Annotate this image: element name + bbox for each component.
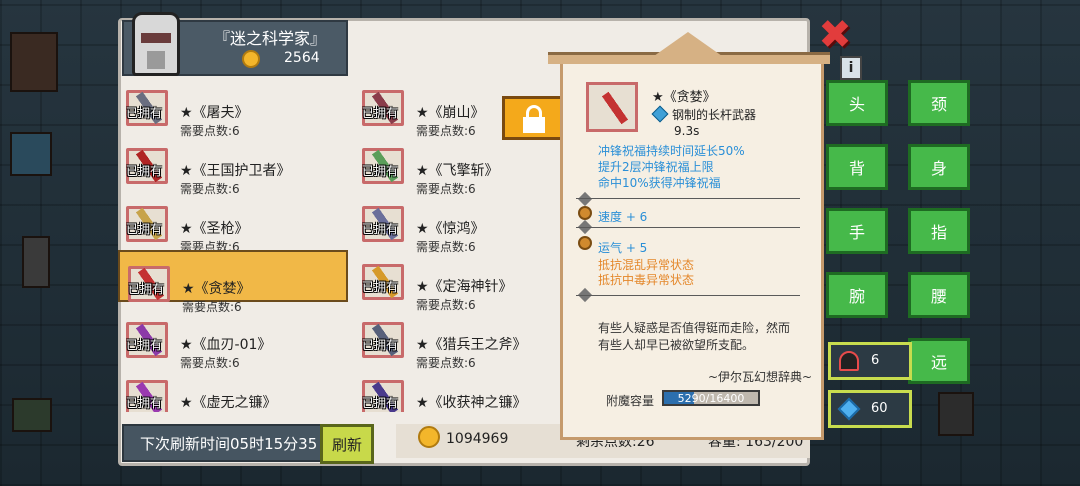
owned-badge: 已拥有 (126, 222, 163, 236)
lore-text: 有些人疑惑是否值得铤而走险，然而有些人却早已被欲望所支配。 (598, 321, 791, 352)
owned-badge: 已拥有 (362, 106, 399, 120)
weapon-name: ★《崩山》 (416, 105, 485, 121)
weapon-list-item[interactable]: 已拥有 ★《王国护卫者》 需要点数:6 (118, 134, 348, 196)
bg-machine (938, 392, 974, 436)
gem-count-button[interactable]: 60 (828, 390, 912, 428)
weapon-name: ★《贪婪》 (182, 281, 251, 297)
owned-badge: 已拥有 (126, 106, 163, 120)
merchant-avatar (132, 12, 180, 76)
merchant-title: 『迷之科学家』 (214, 29, 327, 48)
weapon-name: ★《虚无之镰》 (180, 395, 277, 411)
weapon-list-item[interactable]: 已拥有 ★《圣枪》 需要点数:6 (118, 192, 348, 254)
enchant-capacity-bar: 5290/16400 (662, 390, 760, 406)
owned-badge: 已拥有 (362, 396, 399, 410)
character-icon (839, 351, 859, 371)
bg-cabinet (10, 32, 58, 92)
luck-icon (578, 236, 592, 250)
refresh-timer: 下次刷新时间05时15分35 (140, 435, 318, 453)
detail-attack-speed: 9.3s (674, 124, 700, 138)
bg-vase (22, 236, 50, 288)
weapon-list-item[interactable]: 已拥有 ★《猎兵王之斧》 需要点数:6 (354, 308, 568, 370)
lock-button[interactable] (502, 96, 564, 140)
weapon-name: ★《惊鸿》 (416, 221, 485, 237)
divider (576, 198, 800, 199)
divider (576, 227, 800, 228)
weapon-list-item[interactable]: 已拥有 ★《收获神之镰》 (354, 366, 568, 412)
weapon-name: ★《圣枪》 (180, 221, 249, 237)
detail-item-type: 钢制的长杆武器 (672, 108, 757, 122)
enchant-capacity-label: 附魔容量 (606, 394, 655, 408)
equip-slot-hand[interactable]: 手 (826, 208, 888, 254)
enchant-capacity-value: 5290/16400 (677, 392, 745, 405)
gold-coin-icon (418, 426, 440, 448)
info-button[interactable]: i (840, 56, 862, 80)
weapon-list-item[interactable]: 已拥有 ★《惊鸿》 需要点数:6 (354, 192, 568, 254)
diamond-icon (837, 397, 861, 421)
stat-speed: 速度 + 6 (598, 210, 648, 224)
weapon-list-item[interactable]: 已拥有 ★《定海神针》 需要点数:6 (354, 250, 568, 312)
refresh-button[interactable]: 刷新 (320, 424, 374, 464)
effect-line: 提升2层冲锋祝福上限 (598, 160, 714, 174)
weapon-icon (588, 82, 642, 134)
equip-slot-finger[interactable]: 指 (908, 208, 970, 254)
lock-icon (523, 105, 545, 133)
owned-badge: 已拥有 (362, 338, 399, 352)
equip-slot-head[interactable]: 头 (826, 80, 888, 126)
equip-slot-back[interactable]: 背 (826, 144, 888, 190)
owned-badge: 已拥有 (126, 164, 163, 178)
gold-amount: 1094969 (446, 431, 509, 447)
effect-line: 冲锋祝福持续时间延长50% (598, 144, 745, 158)
weapon-list-item[interactable]: 已拥有 ★《飞擎斩》 需要点数:6 (354, 134, 568, 196)
weapon-name: ★《定海神针》 (416, 279, 513, 295)
weapon-name: ★《王国护卫者》 (180, 163, 291, 179)
bg-terminal (12, 398, 52, 432)
detail-weapon-slot (586, 82, 642, 134)
detail-card-banner (548, 32, 830, 72)
owned-badge: 已拥有 (126, 338, 163, 352)
equip-slot-body[interactable]: 身 (908, 144, 970, 190)
merchant-coin-count: 2564 (284, 50, 320, 66)
character-count-button[interactable]: 6 (828, 342, 912, 380)
effect-line: 命中10%获得冲锋祝福 (598, 176, 721, 190)
owned-badge: 已拥有 (362, 164, 399, 178)
equip-slot-ranged[interactable]: 远 (908, 338, 970, 384)
detail-item-name: ★《贪婪》 (652, 90, 716, 105)
divider (576, 295, 800, 296)
equip-slot-waist[interactable]: 腰 (908, 272, 970, 318)
weapon-name: ★《屠夫》 (180, 105, 249, 121)
stat-luck: 运气 + 5 (598, 241, 648, 255)
speed-icon (578, 206, 592, 220)
owned-badge: 已拥有 (128, 282, 165, 296)
weapon-list-item[interactable]: 已拥有 ★《虚无之镰》 (118, 366, 348, 412)
weapon-list-item[interactable]: 已拥有 ★《屠夫》 需要点数:6 (118, 80, 348, 138)
owned-badge: 已拥有 (362, 222, 399, 236)
weapon-name: ★《猎兵王之斧》 (416, 337, 527, 353)
owned-badge: 已拥有 (126, 396, 163, 410)
gem-count: 60 (871, 401, 888, 416)
lore-source: ~伊尔瓦幻想辞典~ (708, 370, 813, 384)
weapon-name: ★《飞擎斩》 (416, 163, 499, 179)
equip-slot-wrist[interactable]: 腕 (826, 272, 888, 318)
coin-icon (242, 50, 260, 68)
weapon-name: ★《收获神之镰》 (416, 395, 527, 411)
character-count: 6 (871, 353, 880, 368)
bg-crate (10, 132, 52, 176)
owned-badge: 已拥有 (362, 280, 399, 294)
weapon-list-item[interactable]: 已拥有 ★《贪婪》 需要点数:6 (118, 250, 348, 314)
weapon-name: ★《血刃-01》 (180, 337, 272, 353)
weapon-list-item[interactable]: 已拥有 ★《血刃-01》 需要点数:6 (118, 308, 348, 370)
resist-line: 抵抗中毒异常状态 (598, 273, 695, 287)
weapon-list[interactable]: 已拥有 ★《屠夫》 需要点数:6 已拥有 ★《崩山》 需要点数:6 已拥有 ★《王国护卫者》需… (118, 80, 568, 412)
close-icon[interactable]: ✖ (818, 15, 852, 55)
equip-slot-neck[interactable]: 颈 (908, 80, 970, 126)
